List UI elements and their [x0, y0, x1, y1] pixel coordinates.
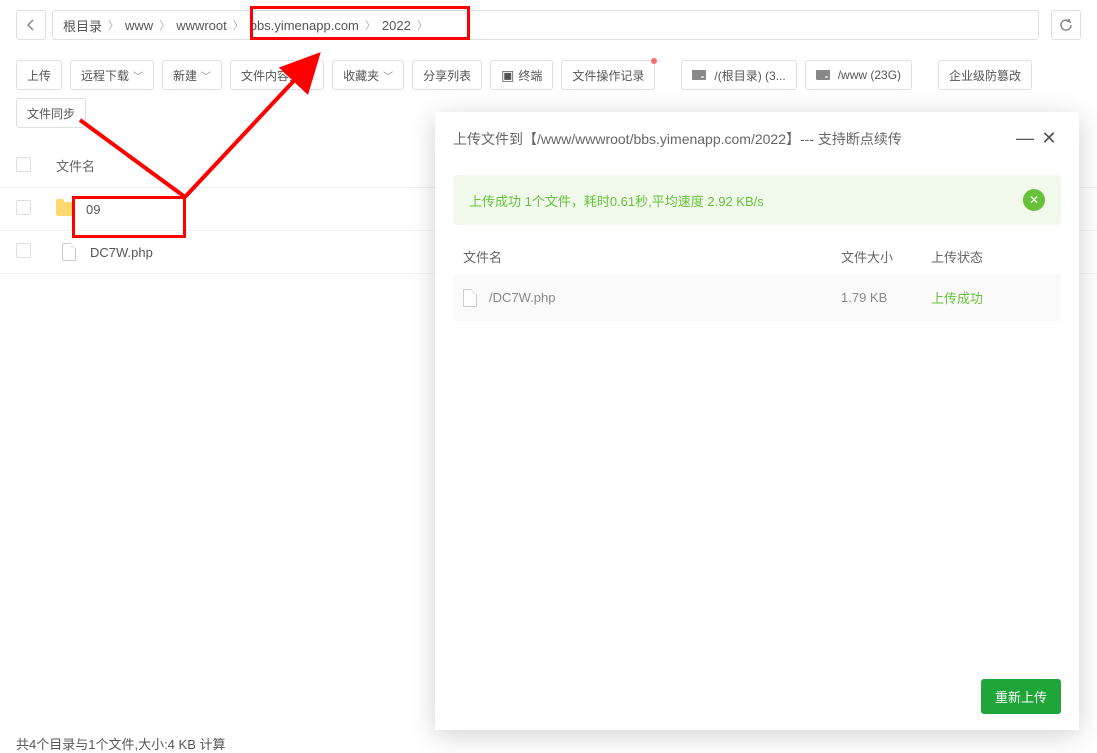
chevron-right-icon: 〉	[159, 17, 170, 33]
modal-footer: 重新上传	[435, 663, 1079, 730]
file-sync-button[interactable]: 文件同步	[16, 98, 86, 128]
upload-table-header: 文件名 文件大小 上传状态	[453, 239, 1061, 274]
file-name: DC7W.php	[90, 245, 153, 260]
col-filename[interactable]: 文件名	[56, 156, 95, 175]
notification-dot-icon	[651, 58, 657, 64]
favorites-button[interactable]: 收藏夹﹀	[332, 60, 404, 90]
breadcrumb-seg[interactable]: www	[125, 18, 153, 33]
row-checkbox[interactable]	[16, 200, 31, 215]
minimize-button[interactable]: —	[1013, 128, 1037, 149]
modal-body: 上传成功 1个文件，耗时0.61秒,平均速度 2.92 KB/s ✕ 文件名 文…	[435, 165, 1079, 663]
success-banner: 上传成功 1个文件，耗时0.61秒,平均速度 2.92 KB/s ✕	[453, 175, 1061, 225]
upload-file-status: 上传成功	[931, 288, 1051, 307]
refresh-icon	[1059, 18, 1073, 32]
upload-button[interactable]: 上传	[16, 60, 62, 90]
row-checkbox[interactable]	[16, 243, 31, 258]
disk-root-button[interactable]: /(根目录) (3...	[681, 60, 796, 90]
content-search-button[interactable]: 文件内容查找	[230, 60, 324, 90]
success-message: 上传成功 1个文件，耗时0.61秒,平均速度 2.92 KB/s	[469, 191, 764, 210]
modal-title: 上传文件到【/www/wwwroot/bbs.yimenapp.com/2022…	[453, 129, 1013, 149]
upload-file-size: 1.79 KB	[841, 290, 931, 305]
breadcrumb-seg[interactable]: 根目录	[63, 16, 102, 35]
reupload-button[interactable]: 重新上传	[981, 679, 1061, 714]
annotation-box	[72, 196, 186, 238]
disk-icon	[816, 70, 830, 80]
upload-file-name: /DC7W.php	[489, 290, 555, 305]
share-list-button[interactable]: 分享列表	[412, 60, 482, 90]
annotation-box	[250, 6, 470, 40]
file-icon	[62, 243, 76, 261]
new-button[interactable]: 新建﹀	[162, 60, 222, 90]
terminal-icon: ▣	[501, 67, 514, 84]
file-icon	[463, 289, 477, 307]
chevron-right-icon: 〉	[108, 17, 119, 33]
anti-tamper-button[interactable]: 企业级防篡改	[938, 60, 1032, 90]
chevron-down-icon: ﹀	[133, 68, 143, 83]
footer-summary: 共4个目录与1个文件,大小:4 KB 计算	[16, 734, 225, 753]
upload-row: /DC7W.php 1.79 KB 上传成功	[453, 274, 1061, 321]
modal-header: 上传文件到【/www/wwwroot/bbs.yimenapp.com/2022…	[435, 112, 1079, 165]
disk-www-button[interactable]: /www (23G)	[805, 60, 912, 90]
file-op-log-button[interactable]: 文件操作记录	[561, 60, 655, 90]
terminal-button[interactable]: ▣终端	[490, 60, 553, 90]
disk-icon	[692, 70, 706, 80]
select-all-checkbox[interactable]	[16, 157, 31, 172]
col-name: 文件名	[463, 247, 841, 266]
col-size: 文件大小	[841, 247, 931, 266]
breadcrumb-bar: 根目录 〉 www 〉 wwwroot 〉 bbs.yimenapp.com 〉…	[0, 0, 1097, 50]
refresh-button[interactable]	[1051, 10, 1081, 40]
chevron-down-icon: ﹀	[201, 68, 211, 83]
close-button[interactable]: ✕	[1037, 128, 1061, 149]
path-input[interactable]: 根目录 〉 www 〉 wwwroot 〉 bbs.yimenapp.com 〉…	[52, 10, 1039, 40]
col-status: 上传状态	[931, 247, 1051, 266]
upload-modal: 上传文件到【/www/wwwroot/bbs.yimenapp.com/2022…	[435, 112, 1079, 730]
chevron-right-icon: 〉	[233, 17, 244, 33]
dismiss-banner-button[interactable]: ✕	[1023, 189, 1045, 211]
breadcrumb-seg[interactable]: wwwroot	[176, 18, 227, 33]
remote-download-button[interactable]: 远程下载﹀	[70, 60, 154, 90]
chevron-down-icon: ﹀	[383, 68, 393, 83]
back-button[interactable]	[16, 10, 46, 40]
